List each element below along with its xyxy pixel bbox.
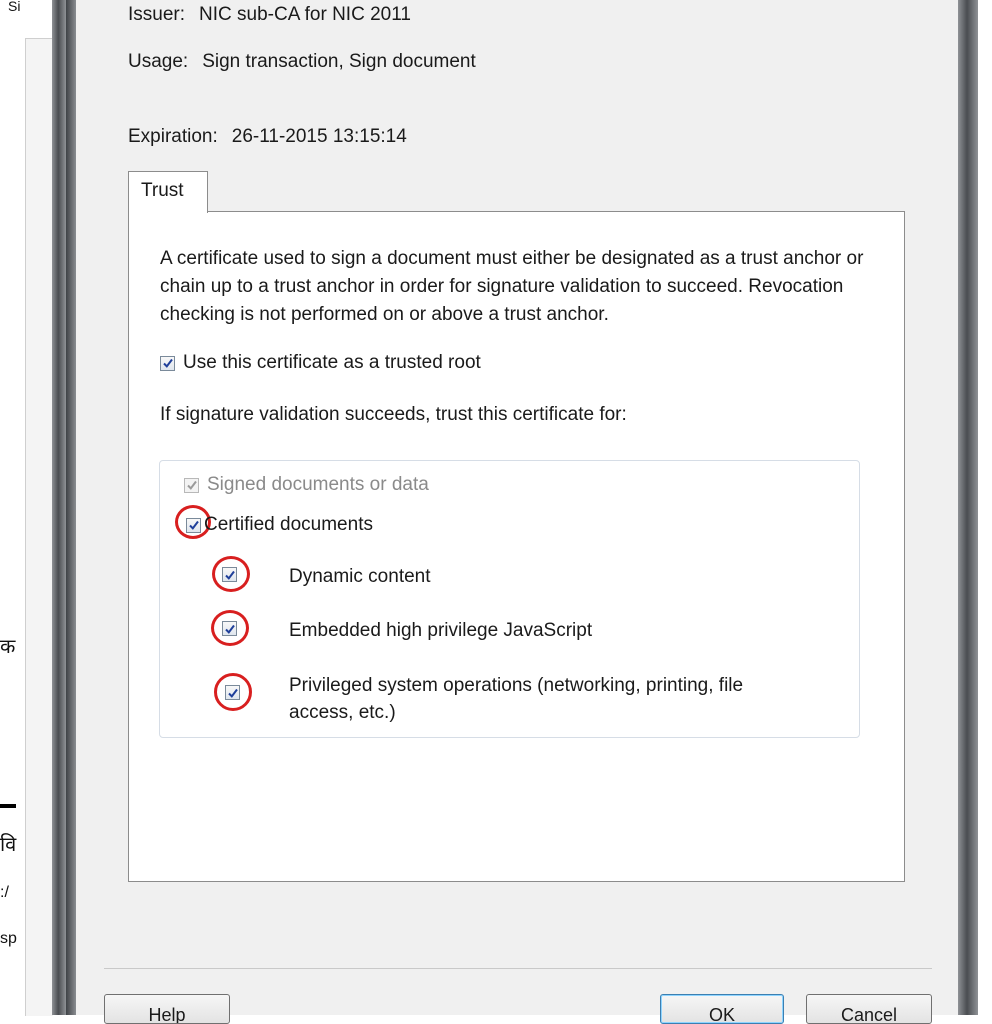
background-text-fragment: :/ <box>0 884 9 901</box>
expiration-label: Expiration: <box>128 126 218 147</box>
issuer-label: Issuer: <box>128 4 186 25</box>
system-operations-checkbox[interactable] <box>225 685 240 700</box>
signed-documents-checkbox <box>184 477 199 493</box>
background-divider <box>0 804 16 808</box>
tab-trust-label: Trust <box>141 180 184 201</box>
window-frame-right <box>958 0 978 1015</box>
javascript-checkbox[interactable] <box>222 621 237 636</box>
option-signed-documents: Signed documents or data <box>184 474 429 496</box>
usage-row: Usage: Sign transaction, Sign document <box>128 51 476 73</box>
tab-trust[interactable]: Trust <box>128 171 208 213</box>
dynamic-content-checkbox[interactable] <box>222 567 237 582</box>
background-text-fragment: वि <box>0 834 17 856</box>
background-text-fragment: Si <box>8 0 21 14</box>
trust-description: A certificate used to sign a document mu… <box>160 248 864 325</box>
checkmark-icon <box>186 480 197 490</box>
trusted-root-label: Use this certificate as a trusted root <box>183 352 481 373</box>
issuer-value: NIC sub-CA for NIC 2011 <box>199 4 411 25</box>
cancel-button[interactable]: Cancel <box>806 994 932 1024</box>
dynamic-content-label: Dynamic content <box>289 566 431 587</box>
usage-value: Sign transaction, Sign document <box>202 51 476 72</box>
ok-button[interactable]: OK <box>660 994 784 1024</box>
signed-documents-label: Signed documents or data <box>207 474 429 495</box>
checkmark-icon <box>227 688 238 698</box>
checkmark-icon <box>224 624 235 634</box>
option-certified-documents[interactable]: Certified documents <box>186 514 373 536</box>
window-frame-left-outer <box>52 0 66 1015</box>
trust-for-label: If signature validation succeeds, trust … <box>160 404 627 425</box>
certified-documents-checkbox[interactable] <box>186 517 201 533</box>
checkmark-icon <box>188 520 199 530</box>
expiration-value: 26-11-2015 13:15:14 <box>231 126 407 147</box>
checkmark-icon <box>224 570 235 580</box>
background-window-right <box>978 0 992 1015</box>
background-pane <box>25 38 53 1016</box>
trusted-root-checkbox[interactable] <box>160 355 175 371</box>
certified-documents-label: Certified documents <box>204 514 373 535</box>
usage-label: Usage: <box>128 51 189 72</box>
background-text-fragment: क <box>0 636 16 658</box>
expiration-row: Expiration: 26-11-2015 13:15:14 <box>128 126 407 148</box>
system-operations-label: Privileged system operations (networking… <box>289 675 744 723</box>
javascript-label: Embedded high privilege JavaScript <box>289 620 593 641</box>
background-text-fragment: sp <box>0 930 17 947</box>
help-button[interactable]: Help <box>104 994 230 1024</box>
checkmark-icon <box>162 358 173 368</box>
issuer-row: Issuer: NIC sub-CA for NIC 2011 <box>128 4 411 26</box>
button-separator <box>104 968 932 969</box>
window-frame-left-inner <box>66 0 76 1015</box>
trusted-root-option[interactable]: Use this certificate as a trusted root <box>160 352 481 374</box>
